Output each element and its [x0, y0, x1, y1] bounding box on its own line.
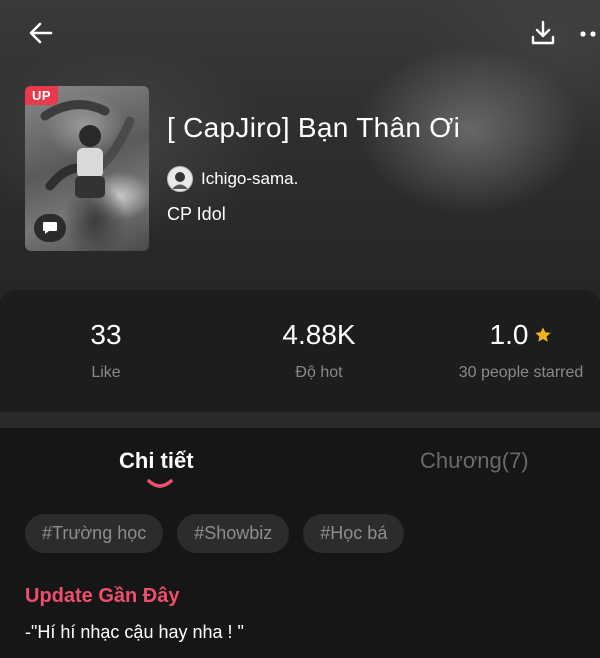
stat-hotness: 4.88K Độ hot — [219, 318, 419, 382]
stat-rating[interactable]: 1.0 30 people starred — [421, 318, 600, 382]
recent-update-heading: Update Gần Đây — [25, 585, 180, 607]
tag-showbiz[interactable]: #Showbiz — [177, 514, 290, 553]
chat-bubble-icon[interactable] — [34, 214, 66, 242]
recent-update-text: -"Hí hí nhạc cậu hay nha ! " — [25, 622, 244, 642]
active-tab-indicator — [147, 479, 173, 488]
content-area: Chi tiết Chương(7) #Trường học #Showbiz … — [0, 428, 600, 658]
author-link[interactable]: Ichigo-sama. — [167, 166, 298, 192]
section-divider — [0, 412, 600, 428]
download-icon[interactable] — [528, 18, 558, 48]
tab-details[interactable]: Chi tiết — [119, 448, 194, 474]
rating-value: 1.0 — [489, 319, 529, 350]
chat-icon — [43, 222, 57, 234]
book-cover[interactable]: UP — [25, 86, 149, 251]
tag-list: #Trường học #Showbiz #Học bá — [25, 514, 405, 553]
tag-study[interactable]: #Học bá — [303, 514, 405, 553]
header-background: UP [ CapJiro] Bạn Thân Ơi Ichigo-sama. C… — [0, 0, 600, 300]
stats-panel: 33 Like 4.88K Độ hot 1.0 30 people starr… — [0, 290, 600, 412]
book-category[interactable]: CP Idol — [167, 204, 226, 225]
avatar-figure-icon — [172, 172, 188, 189]
author-avatar — [167, 166, 193, 192]
book-title: [ CapJiro] Bạn Thân Ơi — [167, 112, 461, 143]
author-name: Ichigo-sama. — [201, 169, 299, 188]
likes-label: Like — [91, 364, 121, 381]
star-icon — [535, 327, 552, 342]
tag-school[interactable]: #Trường học — [25, 514, 164, 553]
likes-value: 33 — [90, 319, 122, 350]
hotness-label: Độ hot — [295, 364, 343, 381]
novel-detail-page: UP [ CapJiro] Bạn Thân Ơi Ichigo-sama. C… — [0, 0, 600, 658]
rating-label: 30 people starred — [458, 364, 584, 381]
more-dots-icon[interactable] — [578, 20, 600, 46]
stat-likes: 33 Like — [6, 318, 206, 382]
update-badge: UP — [25, 86, 59, 105]
cover-artwork — [40, 100, 135, 198]
tab-chapters[interactable]: Chương(7) — [420, 448, 529, 474]
hotness-value: 4.88K — [282, 319, 356, 350]
back-arrow-icon[interactable] — [26, 18, 56, 48]
